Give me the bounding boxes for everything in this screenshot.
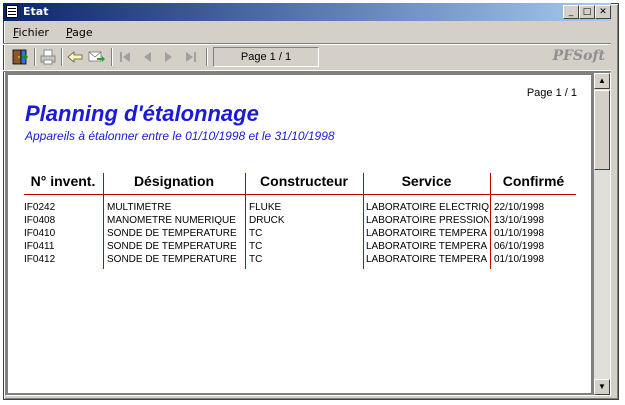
brand-logo: PFSoft [552, 48, 605, 64]
column-header-designation: Désignation [133, 173, 215, 189]
menu-page[interactable]: Page [66, 26, 93, 39]
menu-bar: Fichier Page [3, 23, 611, 41]
cell-designation: MANOMETRE NUMERIQUE [107, 215, 236, 226]
cell-manufacturer: TC [249, 254, 263, 265]
close-button[interactable]: ✕ [595, 5, 611, 19]
app-icon [6, 5, 18, 18]
cell-confirmed: 06/10/1998 [494, 241, 545, 252]
table-row: IF0408 MANOMETRE NUMERIQUE DRUCK LABORAT… [24, 215, 576, 228]
cell-manufacturer: TC [249, 228, 263, 239]
scroll-thumb[interactable] [594, 90, 610, 170]
column-header-service: Service [401, 173, 452, 189]
header-rule [24, 194, 576, 195]
scroll-up-button[interactable]: ▲ [594, 73, 610, 89]
table-row: IF0412 SONDE DE TEMPERATURE TC LABORATOI… [24, 254, 576, 267]
page-indicator: Page 1 / 1 [213, 47, 319, 67]
cell-inventory: IF0242 [24, 202, 56, 213]
back-icon[interactable] [66, 48, 84, 66]
cell-confirmed: 01/10/1998 [494, 228, 545, 239]
cell-designation: SONDE DE TEMPERATURE [107, 228, 237, 239]
vertical-scrollbar[interactable]: ▲ ▼ [594, 73, 610, 395]
cell-designation: SONDE DE TEMPERATURE [107, 254, 237, 265]
forward-icon[interactable] [88, 48, 106, 66]
cell-confirmed: 22/10/1998 [494, 202, 545, 213]
next-page-icon[interactable] [160, 48, 178, 66]
report-page: Page 1 / 1 Planning d'étalonnage Apparei… [8, 75, 591, 393]
prev-page-icon[interactable] [138, 48, 156, 66]
toolbar-separator [61, 48, 63, 66]
cell-service: LABORATOIRE PRESSION [366, 215, 489, 226]
table-row: IF0242 MULTIMÈTRE FLUKE LABORATOIRE ELEC… [24, 202, 576, 215]
cell-service: LABORATOIRE ELECTRIQ [366, 202, 489, 213]
column-header-manufacturer: Constructeur [260, 173, 348, 189]
cell-manufacturer: FLUKE [249, 202, 282, 213]
cell-service: LABORATOIRE TEMPERA [366, 241, 488, 252]
cell-service: LABORATOIRE TEMPERA [366, 228, 488, 239]
scroll-down-button[interactable]: ▼ [594, 379, 610, 395]
print-icon[interactable] [39, 48, 57, 66]
toolbar-separator [111, 48, 113, 66]
first-page-icon[interactable] [116, 48, 134, 66]
cell-inventory: IF0410 [24, 228, 56, 239]
cell-manufacturer: TC [249, 241, 263, 252]
menu-fichier[interactable]: Fichier [13, 26, 49, 39]
title-bar[interactable]: Etat _ □ ✕ [3, 3, 611, 21]
toolbar-separator [34, 48, 36, 66]
maximize-button[interactable]: □ [579, 5, 595, 19]
report-title: Planning d'étalonnage [25, 101, 259, 126]
exit-icon[interactable] [11, 48, 29, 66]
cell-inventory: IF0412 [24, 254, 56, 265]
cell-designation: SONDE DE TEMPERATURE [107, 241, 237, 252]
cell-manufacturer: DRUCK [249, 215, 285, 226]
report-subtitle: Appareils à étalonner entre le 01/10/199… [25, 129, 335, 143]
cell-service: LABORATOIRE TEMPERA [366, 254, 488, 265]
report-page-number: Page 1 / 1 [526, 87, 577, 99]
column-header-inventory: N° invent. [30, 173, 96, 189]
cell-inventory: IF0408 [24, 215, 56, 226]
cell-confirmed: 13/10/1998 [494, 215, 545, 226]
table-row: IF0410 SONDE DE TEMPERATURE TC LABORATOI… [24, 228, 576, 241]
toolbar: Page 1 / 1 PFSoft [3, 43, 611, 71]
last-page-icon[interactable] [182, 48, 200, 66]
cell-confirmed: 01/10/1998 [494, 254, 545, 265]
preview-viewport[interactable]: Page 1 / 1 Planning d'étalonnage Apparei… [5, 72, 611, 396]
window-title: Etat [23, 5, 49, 18]
minimize-button[interactable]: _ [563, 5, 579, 19]
cell-designation: MULTIMÈTRE [107, 202, 172, 213]
table-row: IF0411 SONDE DE TEMPERATURE TC LABORATOI… [24, 241, 576, 254]
column-header-confirmed: Confirmé [502, 173, 565, 189]
toolbar-separator [206, 48, 208, 66]
cell-inventory: IF0411 [24, 241, 55, 252]
